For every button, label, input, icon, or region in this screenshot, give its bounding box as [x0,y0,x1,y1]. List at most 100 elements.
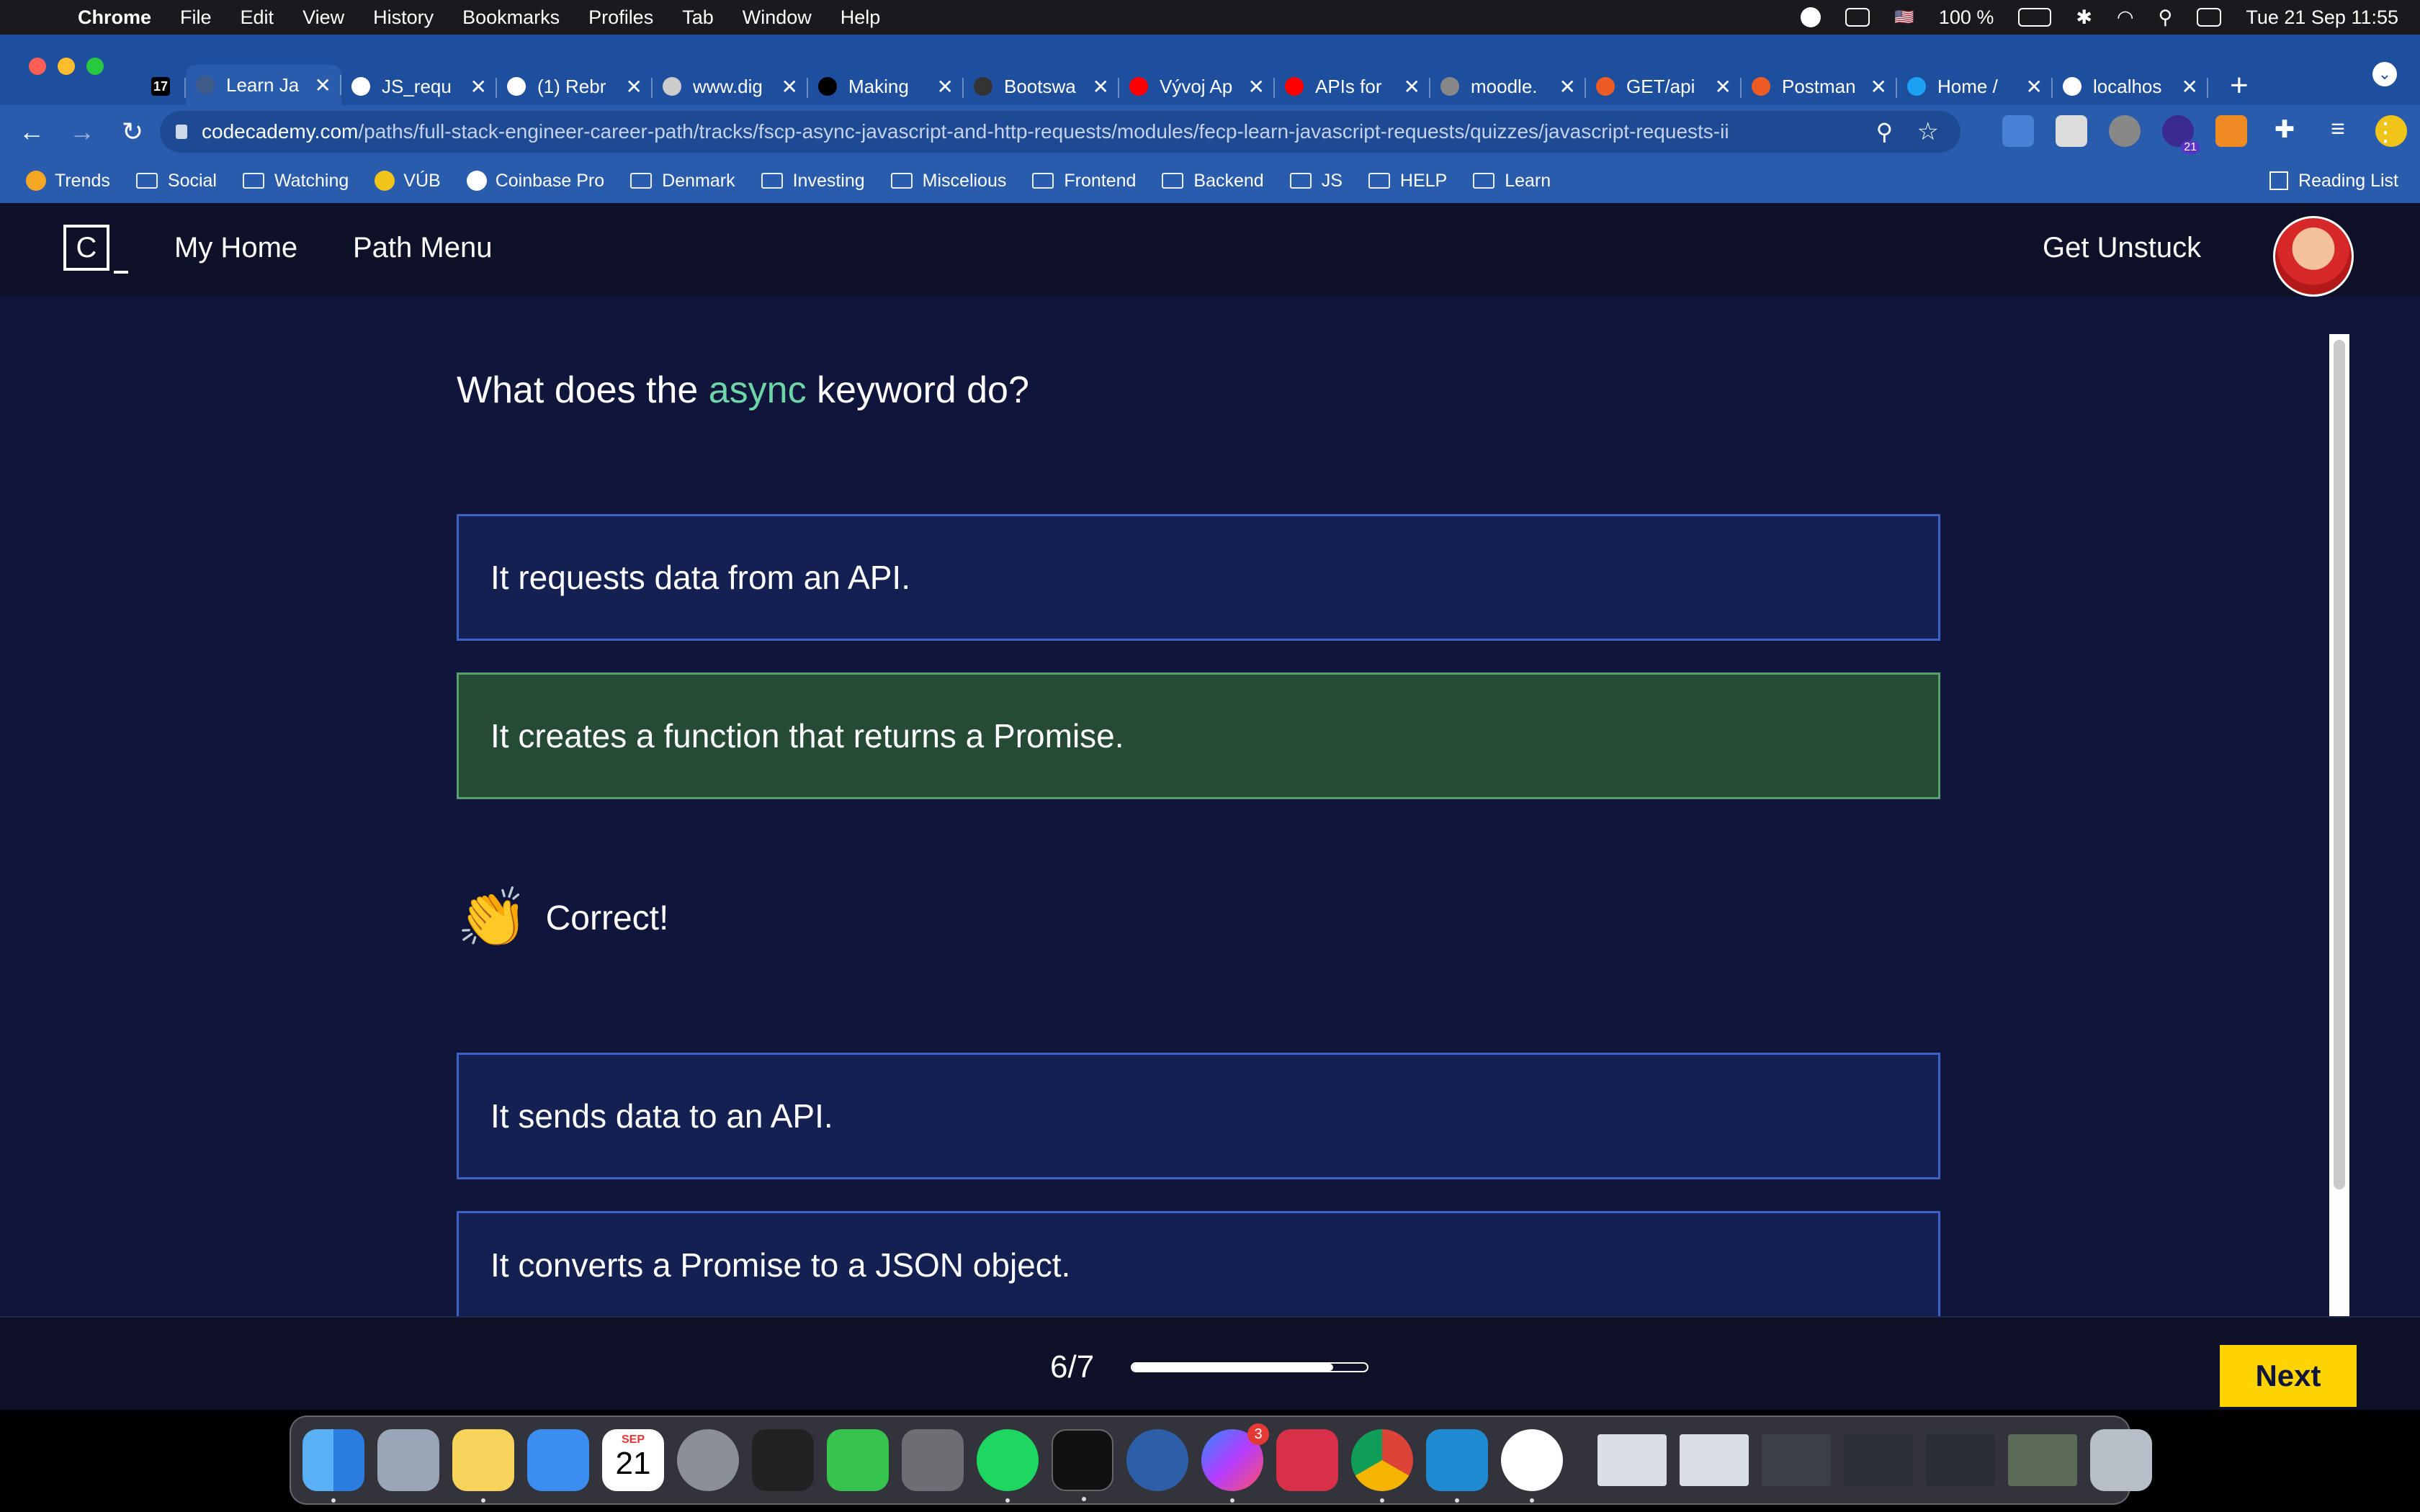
menubar-clock[interactable]: Tue 21 Sep 11:55 [2246,6,2398,29]
back-icon[interactable]: ← [17,117,46,147]
bookmark-item[interactable]: HELP [1368,171,1447,192]
close-tab-icon[interactable]: ✕ [1559,75,1576,99]
input-source-flag-icon[interactable]: 🇺🇸 [1894,8,1914,27]
minimized-window-3[interactable] [1762,1434,1831,1486]
bluetooth-icon[interactable]: ✱ [2076,6,2092,29]
next-button[interactable]: Next [2220,1345,2357,1407]
answer-option-2-correct[interactable]: It creates a function that returns a Pro… [457,672,1940,799]
battery-icon[interactable] [2018,8,2052,27]
bookmark-item[interactable]: VÚB [375,171,441,192]
bookmark-star-icon[interactable]: ☆ [1917,117,1939,146]
translate-extension-icon[interactable] [2002,115,2034,147]
path-menu-link[interactable]: Path Menu [353,232,492,264]
calculator-icon[interactable] [902,1429,964,1491]
menu-chrome[interactable]: Chrome [78,6,151,29]
reading-list-button[interactable]: Reading List [2269,171,2398,192]
answer-option-3[interactable]: It sends data to an API. [457,1053,1940,1179]
bookmark-item[interactable]: Backend [1162,171,1264,192]
notification-extension-icon[interactable]: 21 [2162,115,2200,154]
close-tab-icon[interactable]: ✕ [1870,75,1887,99]
reload-icon[interactable]: ↻ [118,117,147,147]
new-tab-button[interactable]: + [2230,68,2249,105]
grid-extension-icon[interactable] [2056,115,2087,147]
menu-window[interactable]: Window [743,6,812,29]
status-list-icon[interactable] [1845,8,1870,27]
messenger-icon[interactable]: 3 [1201,1423,1269,1503]
close-tab-icon[interactable]: ✕ [315,73,331,97]
menu-help[interactable]: Help [841,6,881,29]
vscode-icon[interactable] [1426,1429,1488,1503]
control-center-icon[interactable] [2197,8,2222,27]
bookmark-item[interactable]: Frontend [1032,171,1136,192]
finder-icon[interactable] [302,1429,364,1503]
zoom-icon[interactable]: ⚲ [1876,118,1893,145]
browser-tab[interactable]: Vývoj Ap ✕ [1119,68,1275,105]
terminal-icon[interactable] [1052,1429,1113,1501]
bookmark-item[interactable]: Learn [1473,171,1551,192]
mail-icon[interactable] [527,1429,589,1491]
address-bar[interactable]: codecademy.com /paths/full-stack-enginee… [160,111,1960,153]
system-preferences-icon[interactable] [677,1429,739,1491]
forward-icon[interactable]: → [68,117,97,147]
menu-view[interactable]: View [302,6,344,29]
browser-tab[interactable]: localhos ✕ [2053,68,2208,105]
chrome-icon[interactable] [1351,1429,1413,1503]
close-tab-icon[interactable]: ✕ [2026,75,2043,99]
close-tab-icon[interactable]: ✕ [937,75,954,99]
bookmark-item[interactable]: Watching [242,171,349,192]
bookmark-item[interactable]: Denmark [630,171,735,192]
close-tab-icon[interactable]: ✕ [1404,75,1420,99]
zoom-window-button[interactable] [86,58,104,75]
browser-tab[interactable]: 17 [141,68,186,105]
status-app-icon[interactable] [1801,7,1821,27]
tab-search-icon[interactable]: ⌄ [2372,62,2397,86]
menu-history[interactable]: History [373,6,434,29]
minimized-window-1[interactable] [1597,1434,1667,1486]
close-tab-icon[interactable]: ✕ [1715,75,1731,99]
bookmark-item[interactable]: Investing [761,171,865,192]
close-tab-icon[interactable]: ✕ [1093,75,1109,99]
browser-tab[interactable]: GET/api ✕ [1586,68,1742,105]
browser-tab[interactable]: JS_requ ✕ [341,68,497,105]
pgadmin-icon[interactable] [1126,1429,1188,1491]
minimize-window-button[interactable] [58,58,75,75]
orange-extension-icon[interactable] [2215,115,2247,147]
battery-percentage[interactable]: 100 % [1939,6,1994,29]
browser-tab[interactable]: moodle. ✕ [1430,68,1586,105]
browser-tab[interactable]: www.dig ✕ [653,68,808,105]
close-tab-icon[interactable]: ✕ [1248,75,1265,99]
codecademy-logo[interactable]: C [63,225,109,271]
menu-edit[interactable]: Edit [241,6,274,29]
close-tab-icon[interactable]: ✕ [470,75,487,99]
bookmark-item[interactable]: Coinbase Pro [466,171,604,192]
close-window-button[interactable] [29,58,46,75]
answer-option-4[interactable]: It converts a Promise to a JSON object. [457,1211,1940,1316]
close-tab-icon[interactable]: ✕ [626,75,642,99]
close-tab-icon[interactable]: ✕ [2182,75,2198,99]
menu-file[interactable]: File [180,6,212,29]
lock-icon[interactable] [176,125,187,139]
more-options-icon[interactable]: ⋮ [2372,117,2398,147]
browser-tab[interactable]: Learn Ja ✕ [186,65,341,105]
menu-bookmarks[interactable]: Bookmarks [462,6,560,29]
bookmark-item[interactable]: Miscelious [890,171,1006,192]
bookmark-item[interactable]: JS [1289,171,1343,192]
color-extension-icon[interactable] [2109,115,2141,147]
menu-tab[interactable]: Tab [682,6,714,29]
trash-icon[interactable] [2090,1429,2152,1491]
minimized-window-2[interactable] [1680,1434,1749,1486]
mongodb-compass-icon[interactable] [1501,1429,1563,1503]
notes-icon[interactable] [452,1429,514,1503]
spotlight-search-icon[interactable]: ⚲ [2159,6,2173,29]
close-tab-icon[interactable]: ✕ [781,75,798,99]
minimized-window-4[interactable] [1844,1434,1913,1486]
menu-profiles[interactable]: Profiles [588,6,653,29]
bookmark-item[interactable]: Social [135,171,217,192]
messages-icon[interactable] [827,1429,889,1491]
avatar[interactable] [2273,216,2354,297]
browser-tab[interactable]: APIs for ✕ [1275,68,1430,105]
launchpad-icon[interactable] [377,1429,439,1491]
browser-tab[interactable]: (1) Rebr ✕ [497,68,653,105]
browser-tab[interactable]: Postman ✕ [1742,68,1897,105]
wifi-icon[interactable]: ◠ [2117,6,2134,29]
